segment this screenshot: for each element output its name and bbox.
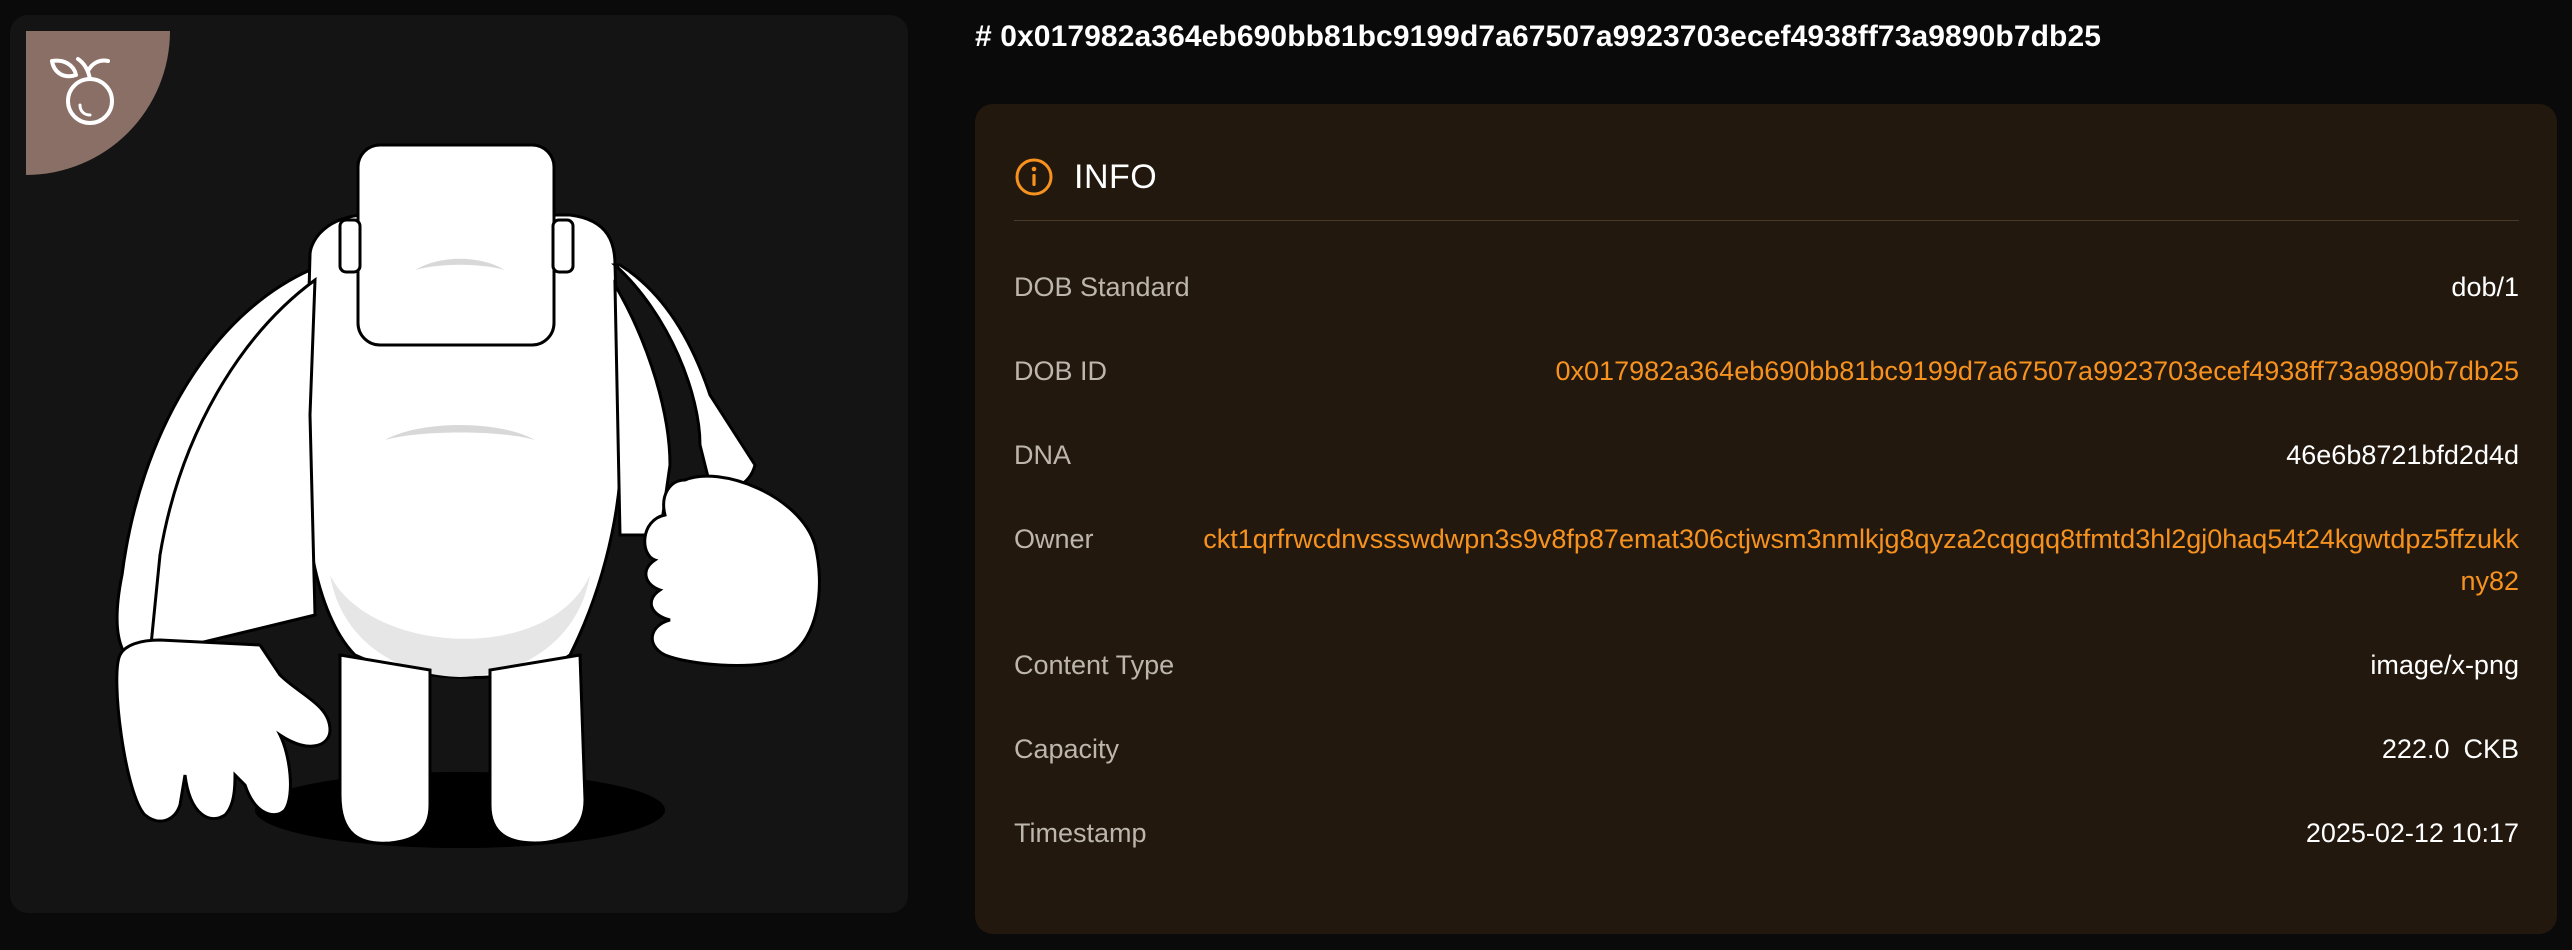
- row-owner: Owner ckt1qrfrwcdnvssswdwpn3s9v8fp87emat…: [1014, 518, 2519, 602]
- owner-address-link[interactable]: ckt1qrfrwcdnvssswdwpn3s9v8fp87emat306ctj…: [1199, 518, 2519, 602]
- row-capacity: Capacity 222.0 CKB: [1014, 728, 2519, 770]
- row-dob-standard: DOB Standard dob/1: [1014, 266, 2519, 308]
- row-label: Timestamp: [1014, 818, 1147, 848]
- row-timestamp: Timestamp 2025-02-12 10:17: [1014, 812, 2519, 854]
- row-value: image/x-png: [2370, 650, 2519, 680]
- dob-id-link[interactable]: 0x017982a364eb690bb81bc9199d7a67507a9923…: [1556, 350, 2519, 392]
- page: # 0x017982a364eb690bb81bc9199d7a67507a99…: [0, 0, 2572, 950]
- row-label: Owner: [1014, 524, 1094, 554]
- fruit-logo-icon: [50, 57, 114, 125]
- dob-image-card: [10, 15, 908, 913]
- row-label: DOB Standard: [1014, 272, 1190, 302]
- row-label: Content Type: [1014, 650, 1175, 680]
- info-header: INFO: [1014, 152, 1157, 202]
- capacity-unit: CKB: [2463, 734, 2519, 764]
- row-label: DNA: [1014, 440, 1072, 470]
- info-panel: INFO DOB Standard dob/1 DOB ID 0x017982a…: [975, 104, 2557, 934]
- row-value: dob/1: [2451, 272, 2519, 302]
- row-dna: DNA 46e6b8721bfd2d4d: [1014, 434, 2519, 476]
- info-heading: INFO: [1074, 157, 1158, 196]
- capacity-value-group: 222.0 CKB: [2382, 728, 2519, 770]
- capacity-value: 222.0: [2381, 734, 2450, 764]
- row-value: 2025-02-12 10:17: [2305, 818, 2519, 848]
- row-label: Capacity: [1014, 734, 1120, 764]
- info-icon: [1015, 158, 1053, 196]
- dob-title: # 0x017982a364eb690bb81bc9199d7a67507a99…: [975, 20, 2102, 53]
- row-value: 46e6b8721bfd2d4d: [2286, 440, 2519, 470]
- row-dob-id: DOB ID 0x017982a364eb690bb81bc9199d7a675…: [1014, 350, 2519, 392]
- row-label: DOB ID: [1014, 356, 1108, 386]
- row-content-type: Content Type image/x-png: [1014, 644, 2519, 686]
- info-divider: [1014, 220, 2519, 221]
- dob-character-image: [115, 143, 821, 848]
